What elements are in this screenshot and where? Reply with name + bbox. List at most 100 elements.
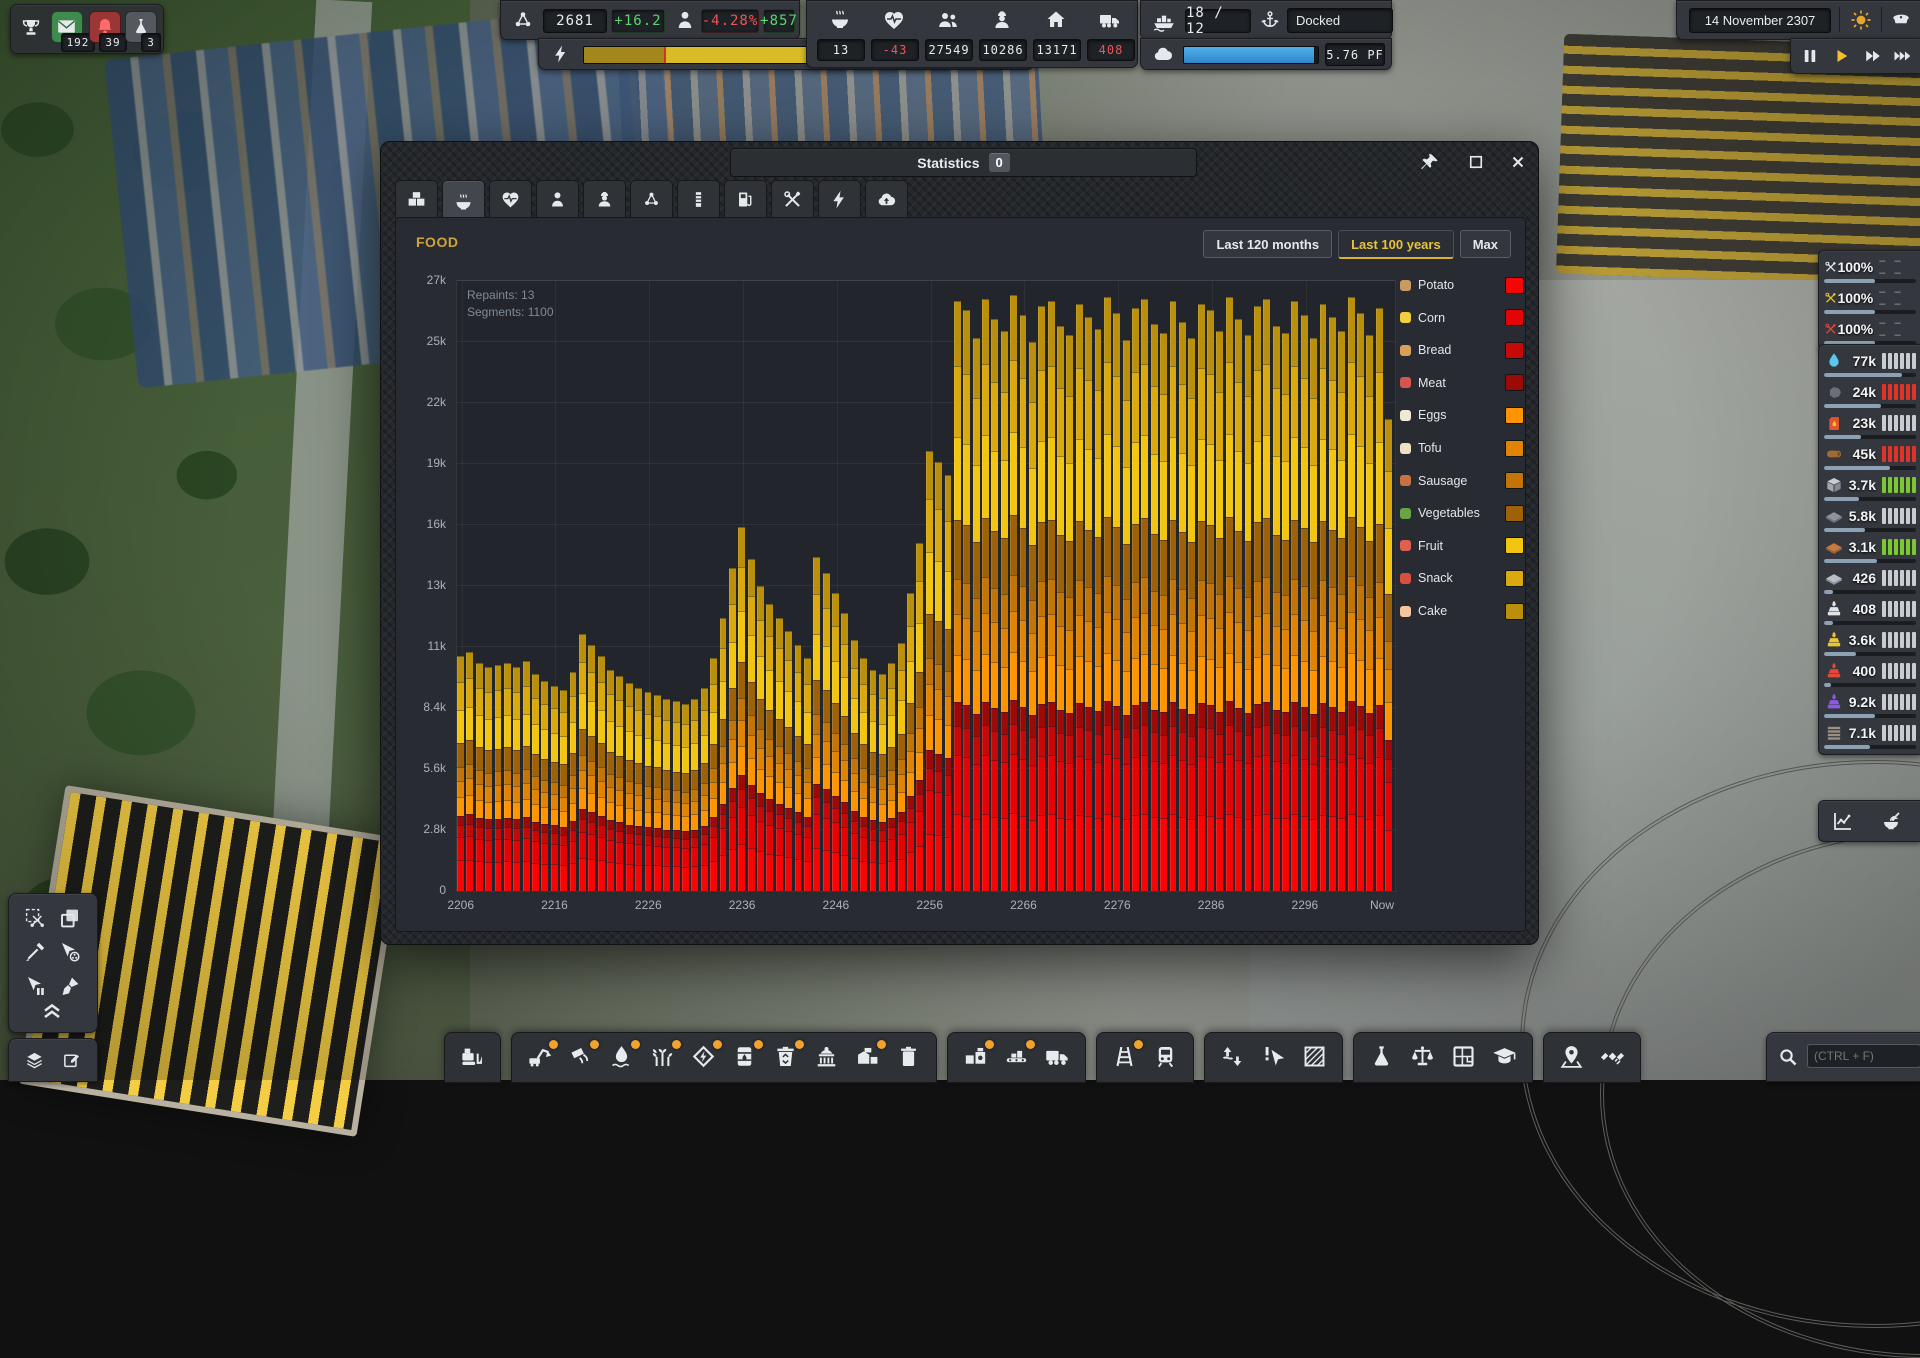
resource-slab[interactable]: 5.8k [1819, 503, 1920, 533]
resource-maintenance-t1[interactable]: 100%‒ ‒ ‒ ‒ [1819, 254, 1920, 284]
housing-icon[interactable] [1044, 8, 1068, 32]
legend-item-fruit[interactable]: Fruit [1400, 535, 1443, 557]
logistics-icon[interactable] [1098, 8, 1122, 32]
water-management-button[interactable] [608, 1043, 635, 1070]
waste-dump-button[interactable] [895, 1043, 922, 1070]
terrain-leveling-button[interactable] [1219, 1043, 1246, 1070]
window-title-bar[interactable]: Statistics 0 [730, 148, 1197, 177]
edicts-button[interactable] [1491, 1043, 1518, 1070]
resource-fuel[interactable]: 23k [1819, 410, 1920, 440]
pick-tool-button[interactable] [23, 940, 47, 964]
tab-pollution[interactable] [677, 180, 720, 218]
health-icon[interactable] [882, 8, 906, 32]
waste-recycling-button[interactable] [772, 1043, 799, 1070]
resource-laminate-stack[interactable]: 7.1k [1819, 720, 1920, 750]
clear-tool-button[interactable] [58, 974, 82, 998]
tab-computing[interactable] [865, 180, 908, 218]
resource-progress [1824, 683, 1916, 687]
legend-item-potato[interactable]: Potato [1400, 274, 1454, 296]
tab-population[interactable] [536, 180, 579, 218]
mining-button[interactable] [526, 1043, 553, 1070]
collapse-panel-button[interactable] [39, 998, 65, 1022]
radar-button[interactable] [1599, 1043, 1626, 1070]
stacked-bar [729, 281, 736, 891]
cut-selection-button[interactable] [23, 906, 47, 930]
tab-workers[interactable] [583, 180, 626, 218]
legend-item-tofu[interactable]: Tofu [1400, 437, 1442, 459]
tab-fuel[interactable] [724, 180, 767, 218]
bulldozer-button[interactable] [459, 1043, 486, 1070]
power-button[interactable] [690, 1043, 717, 1070]
blueprints-button[interactable] [1450, 1043, 1477, 1070]
ship-status[interactable]: Docked [1287, 8, 1393, 33]
recycle-pointer-button[interactable] [58, 940, 82, 964]
coal-icon [1824, 382, 1844, 402]
surfaces-button[interactable] [1301, 1043, 1328, 1070]
close-window-button[interactable] [1505, 149, 1531, 175]
pin-window-button[interactable] [1417, 149, 1443, 175]
resource-vehicle-parts-t2[interactable]: 3.6k [1819, 627, 1920, 657]
achievements-trophy-icon[interactable] [19, 17, 43, 41]
legend-item-corn[interactable]: Corn [1400, 307, 1445, 329]
farming-button[interactable] [649, 1043, 676, 1070]
trade-button[interactable] [1409, 1043, 1436, 1070]
vehicles-button[interactable] [1044, 1043, 1071, 1070]
captain-hat-icon[interactable] [1889, 9, 1913, 31]
layers-tool-button[interactable] [25, 1048, 44, 1072]
resource-vehicle-parts-t3[interactable]: 400 [1819, 658, 1920, 688]
range-button-last-120-months[interactable]: Last 120 months [1203, 230, 1332, 258]
legend-item-cake[interactable]: Cake [1400, 600, 1447, 622]
trains-button[interactable] [1152, 1043, 1179, 1070]
resource-concrete[interactable]: 3.7k [1819, 472, 1920, 502]
rails-button[interactable] [1111, 1043, 1138, 1070]
dumping-button[interactable] [567, 1043, 594, 1070]
fast-forward-button[interactable] [1863, 47, 1883, 65]
legend-item-bread[interactable]: Bread [1400, 339, 1451, 361]
resource-maintenance-t3[interactable]: 100%‒ ‒ ‒ ‒ [1819, 316, 1920, 346]
pause-button[interactable] [1801, 47, 1819, 65]
fastest-forward-button[interactable] [1891, 47, 1913, 65]
tab-unity[interactable] [630, 180, 673, 218]
machines-button[interactable] [962, 1043, 989, 1070]
range-button-last-100-years[interactable]: Last 100 years [1338, 230, 1454, 259]
food-overview-button[interactable] [1879, 809, 1903, 833]
stacked-bar [682, 281, 689, 891]
legend-item-sausage[interactable]: Sausage [1400, 470, 1467, 492]
population-icon[interactable] [936, 8, 960, 32]
settlement-button[interactable] [813, 1043, 840, 1070]
tab-health[interactable] [489, 180, 532, 218]
tab-maintenance[interactable] [771, 180, 814, 218]
play-button[interactable] [1833, 47, 1851, 65]
resource-water[interactable]: 77k [1819, 348, 1920, 378]
stacked-bar [1263, 281, 1270, 891]
copy-tool-button[interactable] [58, 906, 82, 930]
range-button-max[interactable]: Max [1460, 230, 1511, 258]
iron-plate-icon [1824, 568, 1844, 588]
resource-wood[interactable]: 45k [1819, 441, 1920, 471]
resource-iron-plate[interactable]: 426 [1819, 565, 1920, 595]
oil-refining-button[interactable] [731, 1043, 758, 1070]
legend-item-snack[interactable]: Snack [1400, 567, 1453, 589]
priority-pointer-button[interactable] [1260, 1043, 1287, 1070]
resource-maintenance-t2[interactable]: 100%‒ ‒ ‒ ‒ [1819, 285, 1920, 315]
legend-item-eggs[interactable]: Eggs [1400, 404, 1447, 426]
legend-item-meat[interactable]: Meat [1400, 372, 1446, 394]
workers-icon[interactable] [990, 8, 1014, 32]
maximize-window-button[interactable] [1463, 149, 1489, 175]
search-input[interactable] [1807, 1044, 1920, 1068]
resource-vehicle-parts-t4[interactable]: 9.2k [1819, 689, 1920, 719]
open-statistics-button[interactable] [1831, 809, 1855, 833]
resource-copper-plate[interactable]: 3.1k [1819, 534, 1920, 564]
storage-button[interactable] [854, 1043, 881, 1070]
tab-products[interactable] [395, 180, 438, 218]
blueprint-editor-button[interactable] [62, 1048, 81, 1072]
tab-electricity[interactable] [818, 180, 861, 218]
pause-pointer-button[interactable] [23, 974, 47, 998]
resource-vehicle-parts-t1[interactable]: 408 [1819, 596, 1920, 626]
conveyors-button[interactable] [1003, 1043, 1030, 1070]
research-button[interactable] [1368, 1043, 1395, 1070]
legend-item-vegetables[interactable]: Vegetables [1400, 502, 1480, 524]
resource-coal[interactable]: 24k [1819, 379, 1920, 409]
food-icon[interactable] [828, 8, 852, 32]
world-map-button[interactable] [1558, 1043, 1585, 1070]
